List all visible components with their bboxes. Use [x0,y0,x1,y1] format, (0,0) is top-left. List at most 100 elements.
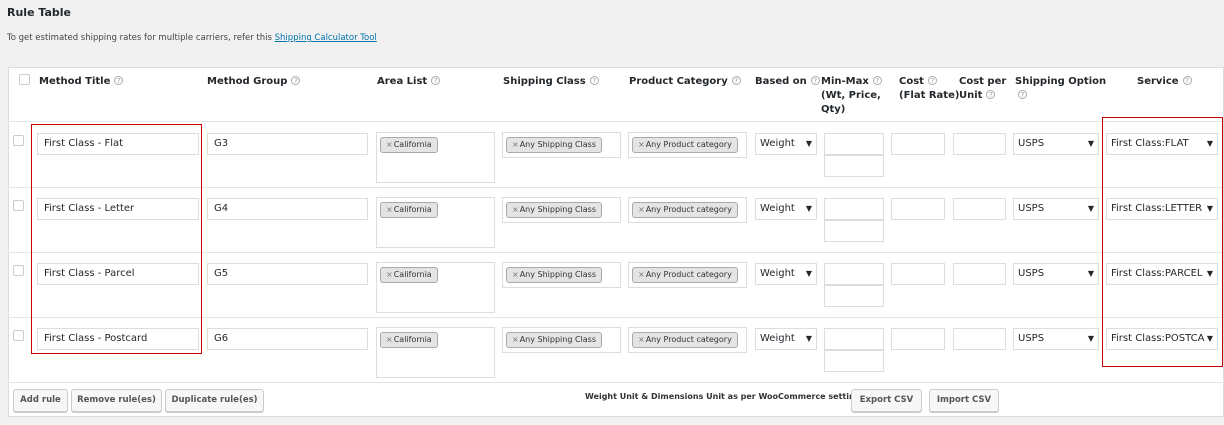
shipping-class-chip[interactable]: ×Any Shipping Class [506,202,603,218]
shipping-option-select[interactable]: USPS ▼ [1013,133,1099,155]
header-shipping-option-label: Shipping Option [1015,76,1107,87]
help-icon[interactable]: ? [589,76,599,85]
based-on-select[interactable]: Weight ▼ [755,328,817,350]
chip-remove-icon[interactable]: × [386,270,393,279]
chevron-down-icon: ▼ [805,334,812,343]
import-csv-button[interactable]: Import CSV [929,389,999,412]
max-input[interactable] [824,155,884,177]
cost-per-unit-input[interactable] [953,263,1006,285]
highlight-service-column [1102,117,1223,367]
cost-per-unit-input[interactable] [953,133,1006,155]
row-checkbox[interactable] [13,330,24,341]
shipping-class-chip-label: Any Shipping Class [519,140,597,149]
row-checkbox[interactable] [13,135,24,146]
chip-remove-icon[interactable]: × [386,205,393,214]
cost-input[interactable] [891,133,945,155]
based-on-select[interactable]: Weight ▼ [755,133,817,155]
product-category-chip-label: Any Product category [645,205,732,214]
cost-per-unit-input[interactable] [953,328,1006,350]
min-input[interactable] [824,133,884,155]
shipping-option-select[interactable]: USPS ▼ [1013,198,1099,220]
shipping-class-chip[interactable]: ×Any Shipping Class [506,332,603,348]
header-product-category: Product Category? [629,75,741,89]
help-icon[interactable]: ? [431,76,441,85]
chip-remove-icon[interactable]: × [638,140,645,149]
help-icon[interactable]: ? [291,76,301,85]
chevron-down-icon: ▼ [1087,269,1094,278]
chip-remove-icon[interactable]: × [638,270,645,279]
method-group-input[interactable]: G4 [207,198,368,220]
header-cost-label: Cost [899,76,924,87]
help-icon[interactable]: ? [1182,76,1192,85]
area-chip[interactable]: ×California [380,137,438,153]
help-icon[interactable]: ? [986,90,996,99]
based-on-value: Weight [760,138,795,149]
help-icon[interactable]: ? [731,76,741,85]
duplicate-rules-button[interactable]: Duplicate rule(es) [165,389,264,412]
area-chip[interactable]: ×California [380,267,438,283]
based-on-value: Weight [760,333,795,344]
help-icon[interactable]: ? [927,76,937,85]
min-input[interactable] [824,198,884,220]
shipping-class-chip[interactable]: ×Any Shipping Class [506,267,603,283]
help-icon[interactable]: ? [810,76,820,85]
header-cost-per-unit-sub: Unit [959,90,983,101]
max-input[interactable] [824,285,884,307]
help-icon[interactable]: ? [1018,90,1027,99]
min-input[interactable] [824,263,884,285]
max-input[interactable] [824,220,884,242]
area-chip[interactable]: ×California [380,332,438,348]
shipping-option-value: USPS [1018,268,1045,279]
product-category-chip[interactable]: ×Any Product category [632,332,738,348]
chip-remove-icon[interactable]: × [512,140,519,149]
based-on-select[interactable]: Weight ▼ [755,263,817,285]
cost-input[interactable] [891,198,945,220]
method-group-input[interactable]: G5 [207,263,368,285]
row-divider [8,382,1224,383]
shipping-calculator-link[interactable]: Shipping Calculator Tool [275,33,377,43]
product-category-chip[interactable]: ×Any Product category [632,267,738,283]
chip-remove-icon[interactable]: × [512,205,519,214]
remove-rules-button[interactable]: Remove rule(es) [71,389,162,412]
chip-remove-icon[interactable]: × [386,335,393,344]
export-csv-button[interactable]: Export CSV [851,389,922,412]
chip-remove-icon[interactable]: × [386,140,393,149]
area-chip[interactable]: ×California [380,202,438,218]
shipping-option-select[interactable]: USPS ▼ [1013,263,1099,285]
min-input[interactable] [824,328,884,350]
header-min-max: Min-Max? (Wt, Price, Qty) [821,75,882,117]
cost-input[interactable] [891,263,945,285]
add-rule-button[interactable]: Add rule [13,389,68,412]
chip-remove-icon[interactable]: × [512,335,519,344]
based-on-value: Weight [760,268,795,279]
intro-label: To get estimated shipping rates for mult… [7,33,275,43]
method-group-input[interactable]: G3 [207,133,368,155]
shipping-option-select[interactable]: USPS ▼ [1013,328,1099,350]
shipping-option-value: USPS [1018,203,1045,214]
row-checkbox[interactable] [13,265,24,276]
help-icon[interactable]: ? [114,76,124,85]
chevron-down-icon: ▼ [805,204,812,213]
select-all-checkbox[interactable] [19,74,30,85]
method-group-input[interactable]: G6 [207,328,368,350]
cost-per-unit-input[interactable] [953,198,1006,220]
based-on-select[interactable]: Weight ▼ [755,198,817,220]
cost-input[interactable] [891,328,945,350]
chip-remove-icon[interactable]: × [638,205,645,214]
header-service: Service? [1137,75,1192,89]
product-category-chip[interactable]: ×Any Product category [632,202,738,218]
product-category-chip[interactable]: ×Any Product category [632,137,738,153]
chevron-down-icon: ▼ [805,139,812,148]
help-icon[interactable]: ? [872,76,882,85]
chip-remove-icon[interactable]: × [512,270,519,279]
max-input[interactable] [824,350,884,372]
shipping-class-chip-label: Any Shipping Class [519,205,597,214]
based-on-value: Weight [760,203,795,214]
row-checkbox[interactable] [13,200,24,211]
product-category-chip-label: Any Product category [645,335,732,344]
shipping-class-chip[interactable]: ×Any Shipping Class [506,137,603,153]
chip-remove-icon[interactable]: × [638,335,645,344]
highlight-method-title-column [31,124,202,354]
header-cost-per-unit: Cost per Unit? [959,75,1006,103]
header-min-max-label: Min-Max [821,76,869,87]
